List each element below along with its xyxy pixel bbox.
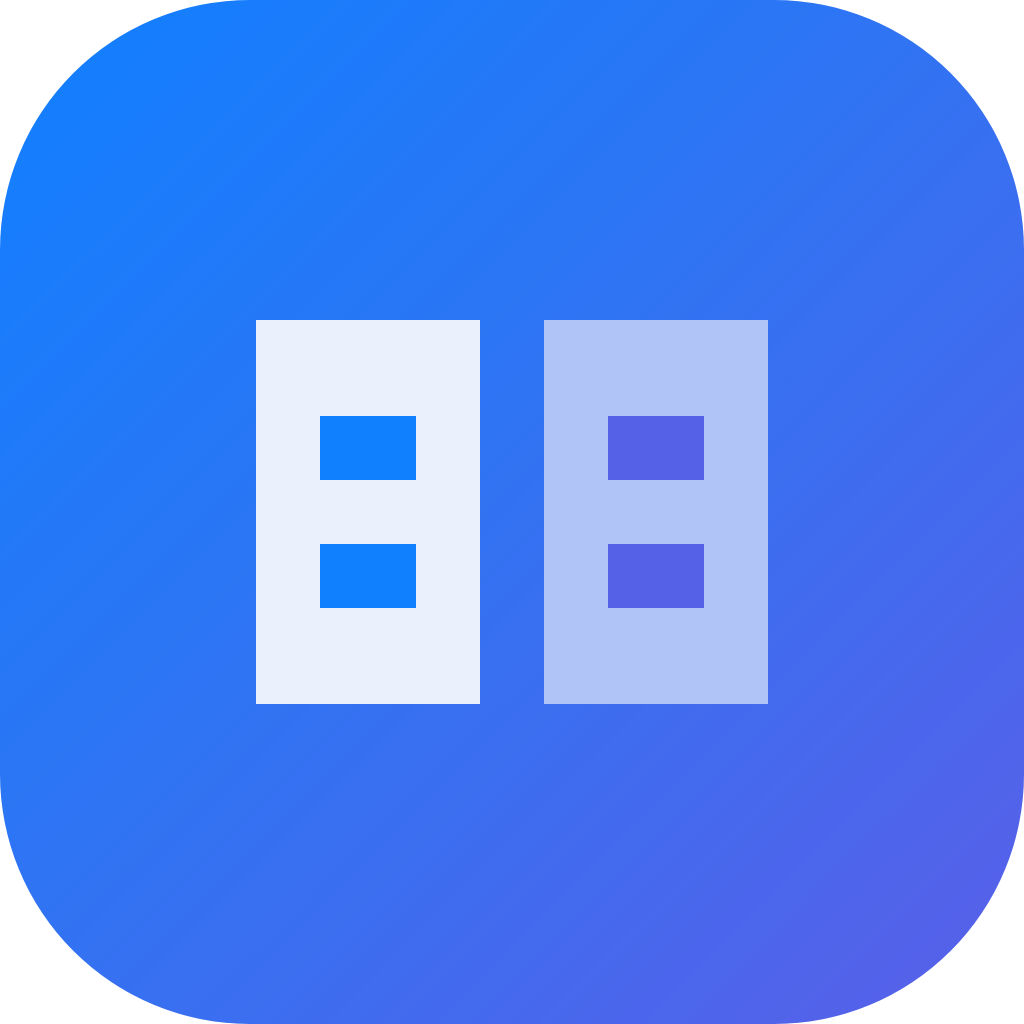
app-icon-background bbox=[0, 0, 1024, 1024]
right-bottom-slot bbox=[608, 544, 704, 608]
right-column-panel bbox=[544, 320, 768, 704]
left-bottom-slot bbox=[320, 544, 416, 608]
left-top-slot bbox=[320, 416, 416, 480]
left-column-panel bbox=[256, 320, 480, 704]
right-top-slot bbox=[608, 416, 704, 480]
